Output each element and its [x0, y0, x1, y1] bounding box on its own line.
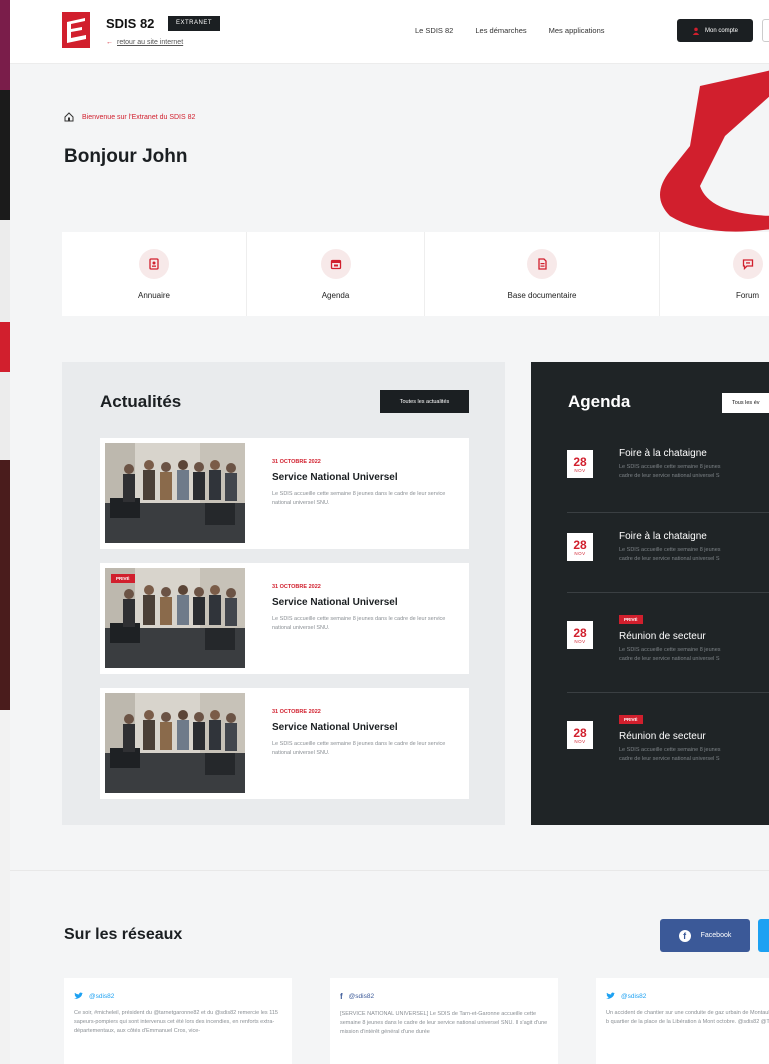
- news-title[interactable]: Service National Universel: [272, 722, 398, 733]
- twitter-icon: [606, 992, 615, 999]
- my-account-button[interactable]: Mon compte: [677, 19, 753, 42]
- all-events-button[interactable]: Tous les év: [722, 393, 769, 413]
- post-body: Ce soir, #micheleil, président du @tarne…: [74, 1010, 278, 1034]
- quick-link-base-documentaire[interactable]: Base documentaire: [425, 232, 660, 316]
- news-card[interactable]: 31 OCTOBRE 2022 Service National Univers…: [100, 688, 469, 799]
- document-icon: [527, 248, 557, 279]
- nav-item-applications[interactable]: Mes applications: [549, 26, 605, 35]
- news-photo: [105, 693, 245, 793]
- twitter-icon: [74, 992, 83, 999]
- post-handle[interactable]: @sdis82: [606, 992, 769, 1000]
- news-date: 31 OCTOBRE 2022: [272, 459, 321, 465]
- brand-swoosh-graphic: [660, 70, 769, 232]
- background-window-strip: [0, 0, 10, 1064]
- agenda-section-title: Agenda: [568, 392, 631, 411]
- nav-item-demarches[interactable]: Les démarches: [475, 26, 526, 35]
- quick-link-forum[interactable]: Forum: [660, 232, 769, 316]
- news-excerpt: Le SDIS accueille cette semaine 8 jeunes…: [272, 491, 446, 506]
- agenda-section: Agenda Tous les év 28 NOV Foire à la cha…: [531, 362, 769, 825]
- calendar-icon: [320, 248, 351, 279]
- main-nav: Le SDIS 82 Les démarches Mes application…: [415, 26, 605, 35]
- event-desc: Le SDIS accueille cette semaine 8 jeunes…: [619, 747, 721, 762]
- event-title[interactable]: Foire à la chataigne: [619, 531, 707, 542]
- agenda-event[interactable]: PRIVÉ 28 NOV Réunion de secteur Le SDIS …: [567, 692, 769, 792]
- header-secondary-button[interactable]: [762, 19, 769, 42]
- social-section-title: Sur les réseaux: [64, 926, 183, 943]
- news-photo: PRIVÉ: [105, 568, 245, 668]
- twitter-button[interactable]: [758, 919, 769, 952]
- news-card[interactable]: 31 OCTOBRE 2022 Service National Univers…: [100, 438, 469, 549]
- news-date: 31 OCTOBRE 2022: [272, 709, 321, 715]
- event-date-badge: 28 NOV: [567, 721, 593, 749]
- news-section-title: Actualités: [100, 392, 182, 411]
- breadcrumb: Bienvenue sur l'Extranet du SDIS 82: [64, 112, 195, 122]
- private-badge: PRIVÉ: [111, 574, 135, 583]
- quick-link-agenda[interactable]: Agenda: [247, 232, 425, 316]
- quick-links-bar: Annuaire Agenda Base documentaire Forum: [62, 232, 769, 316]
- user-icon: [692, 27, 700, 35]
- post-body: [SERVICE NATIONAL UNIVERSEL] Le SDIS de …: [340, 1011, 548, 1035]
- facebook-icon: f: [340, 992, 343, 1001]
- news-title[interactable]: Service National Universel: [272, 472, 398, 483]
- arrow-left-icon: ←: [106, 39, 113, 46]
- news-section: Actualités Toutes les actualités 31 OCTO…: [62, 362, 505, 825]
- post-handle[interactable]: f @sdis82: [340, 992, 548, 1001]
- event-desc: Le SDIS accueille cette semaine 8 jeunes…: [619, 464, 721, 479]
- news-title[interactable]: Service National Universel: [272, 597, 398, 608]
- back-to-site-link[interactable]: ← retour au site internet: [106, 39, 183, 46]
- event-title[interactable]: Réunion de secteur: [619, 631, 706, 642]
- news-date: 31 OCTOBRE 2022: [272, 584, 321, 590]
- facebook-icon: f: [678, 929, 691, 942]
- event-desc: Le SDIS accueille cette semaine 8 jeunes…: [619, 647, 721, 662]
- sdis-logo-icon[interactable]: [62, 12, 90, 48]
- post-body: Un accident de chantier sur une conduite…: [606, 1010, 769, 1025]
- extranet-badge: EXTRANET: [168, 16, 221, 31]
- social-post[interactable]: @sdis82 Un accident de chantier sur une …: [596, 978, 769, 1064]
- brand-name[interactable]: SDIS 82: [106, 16, 154, 31]
- event-date-badge: 28 NOV: [567, 533, 593, 561]
- social-section: Sur les réseaux f Facebook @sdis82 Ce so…: [10, 870, 769, 1064]
- contacts-icon: [139, 248, 169, 279]
- social-post[interactable]: f @sdis82 [SERVICE NATIONAL UNIVERSEL] L…: [330, 978, 558, 1064]
- news-excerpt: Le SDIS accueille cette semaine 8 jeunes…: [272, 616, 446, 631]
- social-post[interactable]: @sdis82 Ce soir, #micheleil, président d…: [64, 978, 292, 1064]
- home-icon[interactable]: [64, 112, 74, 122]
- news-excerpt: Le SDIS accueille cette semaine 8 jeunes…: [272, 741, 446, 756]
- private-badge: PRIVÉ: [619, 715, 643, 724]
- chat-icon: [732, 248, 763, 279]
- event-date-badge: 28 NOV: [567, 450, 593, 478]
- extranet-page: SDIS 82 EXTRANET ← retour au site interne…: [10, 0, 769, 1064]
- event-title[interactable]: Réunion de secteur: [619, 731, 706, 742]
- private-badge: PRIVÉ: [619, 615, 643, 624]
- nav-item-le-sdis[interactable]: Le SDIS 82: [415, 26, 453, 35]
- quick-link-annuaire[interactable]: Annuaire: [62, 232, 247, 316]
- greeting-title: Bonjour John: [64, 146, 188, 167]
- event-date-badge: 28 NOV: [567, 621, 593, 649]
- agenda-event[interactable]: PRIVÉ 28 NOV Réunion de secteur Le SDIS …: [567, 592, 769, 692]
- breadcrumb-text: Bienvenue sur l'Extranet du SDIS 82: [82, 113, 196, 121]
- event-title[interactable]: Foire à la chataigne: [619, 448, 707, 459]
- news-photo: [105, 443, 245, 543]
- post-handle[interactable]: @sdis82: [74, 992, 282, 1000]
- event-desc: Le SDIS accueille cette semaine 8 jeunes…: [619, 547, 721, 562]
- news-card[interactable]: PRIVÉ 31 OCTOBRE 2022 Service National U…: [100, 563, 469, 674]
- all-news-button[interactable]: Toutes les actualités: [380, 390, 469, 413]
- site-header: SDIS 82 EXTRANET ← retour au site interne…: [10, 0, 769, 64]
- facebook-button[interactable]: f Facebook: [660, 919, 750, 952]
